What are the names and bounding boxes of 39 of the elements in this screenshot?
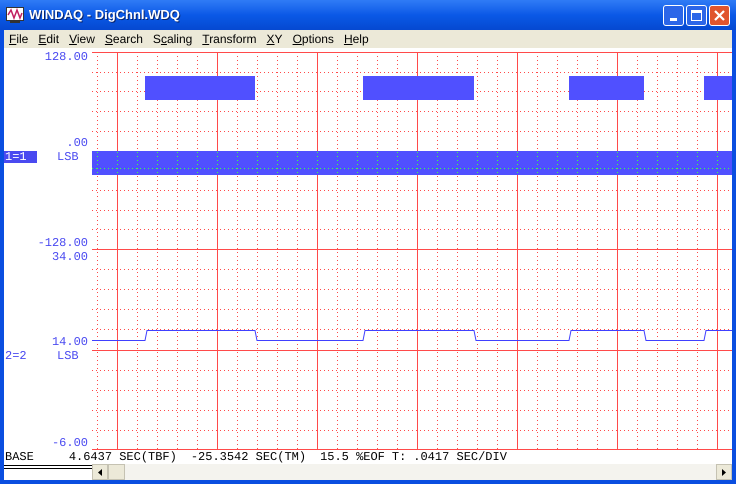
channel-label[interactable]: 1=1 xyxy=(4,151,37,163)
unit-label: LSB xyxy=(57,151,79,163)
menu-item[interactable]: View xyxy=(64,30,100,48)
window-title: WINDAQ - DigChnl.WDQ xyxy=(29,6,180,24)
status-text: BASE xyxy=(5,449,34,466)
menu-item[interactable]: File xyxy=(4,30,34,48)
menu-item[interactable]: Scaling xyxy=(148,30,198,48)
menu-item[interactable]: Transform xyxy=(197,30,262,48)
left-arrow-icon xyxy=(98,468,102,476)
minimize-icon xyxy=(670,18,677,20)
menu-item[interactable]: Edit xyxy=(33,30,64,48)
menu-item[interactable]: XY xyxy=(262,30,288,48)
menu-item[interactable]: Search xyxy=(100,30,148,48)
axis-max-label: 128.00 xyxy=(44,51,88,63)
horizontal-scrollbar[interactable] xyxy=(92,464,732,480)
status-text: .0417 SEC/DIV xyxy=(413,449,507,466)
close-button[interactable] xyxy=(709,4,730,26)
scroll-right-button[interactable] xyxy=(716,464,732,480)
maximize-icon xyxy=(691,10,702,20)
axis-min-label: -6.00 xyxy=(52,437,88,449)
scroll-left-button[interactable] xyxy=(92,464,108,480)
right-arrow-icon xyxy=(722,468,726,476)
axis-center-label: .00 xyxy=(66,137,88,149)
menu-item[interactable]: Options xyxy=(288,30,339,48)
close-icon xyxy=(714,10,725,20)
menu-item[interactable]: Help xyxy=(338,30,374,48)
channel-label[interactable]: 2=2 xyxy=(4,350,27,362)
scroll-thumb[interactable] xyxy=(108,464,125,480)
app-icon xyxy=(6,7,24,23)
minimize-button[interactable] xyxy=(663,4,684,26)
axis-center-label: 14.00 xyxy=(52,336,88,348)
maximize-button[interactable] xyxy=(686,4,707,26)
axis-min-label: -128.00 xyxy=(38,237,88,249)
status-text: -25.3542 SEC(TM) xyxy=(190,449,306,466)
unit-label: LSB xyxy=(57,350,79,362)
axis-max-label: 34.00 xyxy=(52,251,88,263)
status-text: 15.5 %EOF xyxy=(320,449,385,466)
status-text: T: xyxy=(392,449,406,466)
status-text: 4.6437 SEC(TBF) xyxy=(68,449,177,466)
